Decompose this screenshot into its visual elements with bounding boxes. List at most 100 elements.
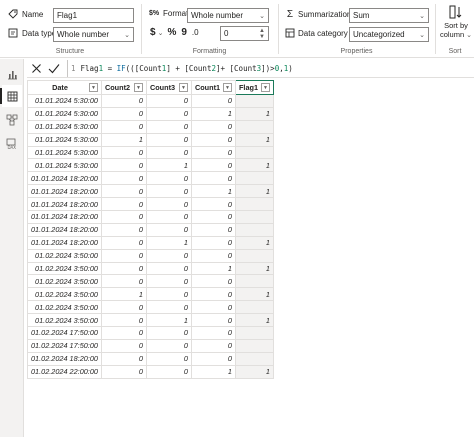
- cell-count2[interactable]: 0: [100, 106, 147, 121]
- cell-count2[interactable]: 0: [100, 326, 147, 340]
- cell-date[interactable]: 01.02.2024 3:50:00: [27, 274, 102, 289]
- cell-flag1[interactable]: 1: [234, 261, 274, 276]
- cell-count1[interactable]: 0: [190, 338, 236, 353]
- cell-count3[interactable]: 0: [145, 171, 192, 186]
- column-header-date[interactable]: Date ▼: [27, 80, 102, 95]
- table-row[interactable]: 01.02.2024 22:00:00 0 0 1 1: [27, 364, 274, 379]
- table-row[interactable]: 01.01.2024 18:20:00 0 1 0 1: [27, 235, 274, 250]
- cell-flag1[interactable]: [234, 171, 274, 186]
- cell-count1[interactable]: 0: [190, 119, 236, 134]
- cell-count1[interactable]: 1: [190, 184, 236, 199]
- cell-flag1[interactable]: [234, 145, 274, 160]
- column-filter-icon[interactable]: ▼: [222, 83, 232, 92]
- table-row[interactable]: 01.01.2024 18:20:00 0 0 1 1: [27, 184, 274, 199]
- cell-flag1[interactable]: 1: [234, 106, 274, 121]
- cell-flag1[interactable]: 1: [234, 132, 274, 147]
- cell-date[interactable]: 01.02.2024 3:50:00: [27, 313, 102, 328]
- table-row[interactable]: 01.02.2024 3:50:00 1 0 0 1: [27, 287, 274, 302]
- cell-count2[interactable]: 0: [100, 145, 147, 160]
- table-row[interactable]: 01.02.2024 3:50:00 0 0 1 1: [27, 261, 274, 276]
- cell-count2[interactable]: 0: [100, 261, 147, 276]
- cell-flag1[interactable]: [234, 338, 274, 353]
- cell-count1[interactable]: 1: [190, 261, 236, 276]
- table-row[interactable]: 01.01.2024 5:30:00 0 0 0: [27, 94, 274, 108]
- table-row[interactable]: 01.02.2024 17:50:00 0 0 0: [27, 338, 274, 353]
- table-row[interactable]: 01.02.2024 3:50:00 0 1 0 1: [27, 313, 274, 328]
- cell-count2[interactable]: 0: [100, 313, 147, 328]
- summarization-dropdown[interactable]: Sum ⌄: [349, 8, 429, 23]
- cell-count2[interactable]: 0: [100, 222, 147, 237]
- cell-date[interactable]: 01.01.2024 5:30:00: [27, 94, 102, 108]
- column-header-flag1[interactable]: Flag1 ▼: [234, 80, 274, 95]
- table-row[interactable]: 01.01.2024 5:30:00 0 0 0: [27, 119, 274, 134]
- table-row[interactable]: 01.01.2024 18:20:00 0 0 0: [27, 210, 274, 224]
- decimal-decrease-icon[interactable]: .0: [192, 28, 199, 37]
- cell-count1[interactable]: 0: [190, 287, 236, 302]
- column-header-count3[interactable]: Count3 ▼: [145, 80, 192, 95]
- report-view-button[interactable]: [2, 63, 22, 85]
- table-row[interactable]: 01.01.2024 18:20:00 0 0 0: [27, 222, 274, 237]
- name-input[interactable]: Flag1: [53, 8, 134, 23]
- cell-count2[interactable]: 1: [100, 132, 147, 147]
- cell-count3[interactable]: 0: [145, 326, 192, 340]
- cell-count1[interactable]: 1: [190, 106, 236, 121]
- cell-count3[interactable]: 0: [145, 210, 192, 224]
- cell-date[interactable]: 01.02.2024 17:50:00: [27, 326, 102, 340]
- comma-button[interactable]: 9: [181, 27, 187, 38]
- commit-formula-button[interactable]: [45, 60, 63, 77]
- cell-flag1[interactable]: 1: [234, 235, 274, 250]
- column-filter-icon[interactable]: ▼: [260, 83, 270, 92]
- cell-date[interactable]: 01.01.2024 5:30:00: [27, 158, 102, 173]
- cell-count2[interactable]: 0: [100, 338, 147, 353]
- cell-flag1[interactable]: 1: [234, 287, 274, 302]
- cell-date[interactable]: 01.01.2024 5:30:00: [27, 106, 102, 121]
- cancel-formula-button[interactable]: [27, 60, 45, 77]
- cell-count3[interactable]: 0: [145, 300, 192, 315]
- column-filter-icon[interactable]: ▼: [178, 83, 188, 92]
- cell-date[interactable]: 01.02.2024 3:50:00: [27, 248, 102, 263]
- table-row[interactable]: 01.02.2024 3:50:00 0 0 0: [27, 274, 274, 289]
- table-row[interactable]: 01.02.2024 3:50:00 0 0 0: [27, 300, 274, 315]
- cell-count3[interactable]: 0: [145, 287, 192, 302]
- table-row[interactable]: 01.01.2024 5:30:00 0 1 0 1: [27, 158, 274, 173]
- data-type-dropdown[interactable]: Whole number ⌄: [53, 27, 134, 42]
- cell-count2[interactable]: 0: [100, 364, 147, 379]
- table-row[interactable]: 01.02.2024 3:50:00 0 0 0: [27, 248, 274, 263]
- cell-flag1[interactable]: [234, 210, 274, 224]
- cell-flag1[interactable]: [234, 351, 274, 366]
- cell-date[interactable]: 01.02.2024 18:20:00: [27, 351, 102, 366]
- cell-count1[interactable]: 0: [190, 300, 236, 315]
- cell-count3[interactable]: 0: [145, 132, 192, 147]
- table-row[interactable]: 01.01.2024 18:20:00 0 0 0: [27, 171, 274, 186]
- cell-flag1[interactable]: 1: [234, 158, 274, 173]
- cell-count3[interactable]: 0: [145, 261, 192, 276]
- cell-flag1[interactable]: [234, 119, 274, 134]
- cell-flag1[interactable]: [234, 222, 274, 237]
- cell-count3[interactable]: 0: [145, 351, 192, 366]
- cell-date[interactable]: 01.01.2024 5:30:00: [27, 132, 102, 147]
- cell-date[interactable]: 01.01.2024 18:20:00: [27, 235, 102, 250]
- cell-count1[interactable]: 0: [190, 326, 236, 340]
- spinner-icon[interactable]: ▲ ▼: [259, 28, 265, 40]
- formula-editor[interactable]: Flag1 = IF(([Count1] + [Count2]+ [Count3…: [81, 64, 293, 73]
- cell-count3[interactable]: 0: [145, 184, 192, 199]
- cell-count3[interactable]: 0: [145, 248, 192, 263]
- percent-button[interactable]: %: [167, 27, 176, 38]
- format-dropdown[interactable]: Whole number ⌄: [187, 8, 269, 23]
- cell-date[interactable]: 01.02.2024 3:50:00: [27, 261, 102, 276]
- cell-count2[interactable]: 0: [100, 184, 147, 199]
- cell-flag1[interactable]: [234, 94, 274, 108]
- cell-date[interactable]: 01.01.2024 18:20:00: [27, 184, 102, 199]
- cell-count3[interactable]: 0: [145, 94, 192, 108]
- cell-count3[interactable]: 0: [145, 222, 192, 237]
- cell-count1[interactable]: 1: [190, 364, 236, 379]
- cell-count2[interactable]: 0: [100, 197, 147, 212]
- cell-count2[interactable]: 1: [100, 287, 147, 302]
- cell-count3[interactable]: 0: [145, 106, 192, 121]
- cell-date[interactable]: 01.02.2024 3:50:00: [27, 300, 102, 315]
- cell-count2[interactable]: 0: [100, 171, 147, 186]
- cell-flag1[interactable]: [234, 274, 274, 289]
- cell-flag1[interactable]: [234, 300, 274, 315]
- cell-count1[interactable]: 0: [190, 171, 236, 186]
- cell-count3[interactable]: 1: [145, 235, 192, 250]
